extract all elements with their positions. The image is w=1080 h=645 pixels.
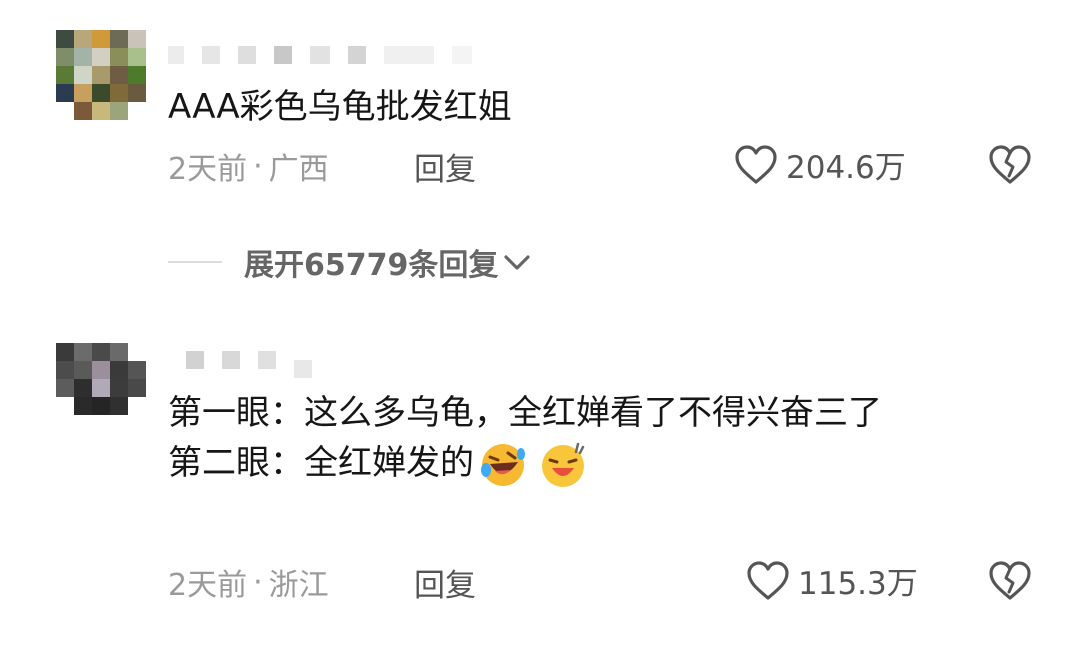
avatar-pixel	[92, 66, 110, 84]
laughing-sweat-emoji	[542, 442, 585, 487]
avatar-pixel	[74, 48, 92, 66]
like-count: 204.6万	[786, 150, 906, 186]
avatar-pixel	[74, 397, 92, 415]
avatar-pixel	[128, 343, 146, 361]
avatar-pixel	[56, 343, 74, 361]
avatar-pixel	[110, 343, 128, 361]
avatar-pixel	[56, 361, 74, 379]
comment-location: 广西	[268, 152, 329, 187]
broken-heart-icon	[989, 561, 1031, 600]
comment-text: 第一眼：这么多乌龟，全红婵看了不得兴奋三了 第二眼：全红婵发的	[168, 388, 1028, 490]
avatar-pixel	[92, 30, 110, 48]
avatar-pixel	[74, 66, 92, 84]
avatar-pixel	[110, 397, 128, 415]
avatar-pixel	[110, 102, 128, 120]
username-blurred[interactable]	[186, 342, 330, 378]
like-button[interactable]: 115.3万	[746, 558, 918, 603]
avatar-pixel	[74, 102, 92, 120]
avatar-pixel	[128, 397, 146, 415]
avatar-pixel	[110, 84, 128, 102]
avatar-pixel	[74, 361, 92, 379]
avatar-pixel	[74, 84, 92, 102]
comment-time: 2天前	[168, 568, 248, 603]
heart-outline-icon	[735, 144, 777, 184]
dislike-button[interactable]	[988, 560, 1032, 606]
avatar-pixel	[56, 397, 74, 415]
avatar-pixel	[128, 66, 146, 84]
avatar[interactable]	[56, 30, 146, 120]
avatar-pixel	[74, 343, 92, 361]
comment-text: AAA彩色乌龟批发红姐	[168, 87, 512, 127]
comment-meta: 2天前 · 广西	[168, 144, 329, 188]
reply-button[interactable]: 回复	[414, 144, 476, 189]
avatar-pixel	[92, 379, 110, 397]
avatar-pixel	[110, 30, 128, 48]
avatar-pixel	[56, 48, 74, 66]
avatar-pixel	[56, 379, 74, 397]
avatar-pixel	[56, 30, 74, 48]
meta-separator: ·	[253, 564, 263, 600]
avatar-pixel	[110, 48, 128, 66]
avatar-pixel	[110, 361, 128, 379]
avatar-pixel	[56, 84, 74, 102]
avatar-pixel	[56, 102, 74, 120]
avatar-pixel	[110, 66, 128, 84]
avatar-pixel	[92, 102, 110, 120]
avatar-pixel	[92, 84, 110, 102]
username-blurred[interactable]	[168, 46, 490, 64]
avatar[interactable]	[56, 343, 146, 415]
avatar-pixel	[128, 379, 146, 397]
avatar-pixel	[92, 343, 110, 361]
broken-heart-icon	[989, 145, 1031, 184]
heart-outline-icon	[747, 560, 789, 600]
avatar-pixel	[128, 84, 146, 102]
expand-replies-label: 展开65779条回复	[244, 248, 499, 283]
meta-separator: ·	[253, 148, 263, 184]
expand-replies-button[interactable]: 展开65779条回复	[168, 240, 532, 284]
avatar-pixel	[128, 30, 146, 48]
avatar-pixel	[92, 361, 110, 379]
avatar-pixel	[56, 66, 74, 84]
comment-location: 浙江	[268, 568, 329, 603]
avatar-pixel	[74, 30, 92, 48]
divider-line	[168, 261, 222, 263]
reply-button[interactable]: 回复	[414, 560, 476, 605]
avatar-pixel	[92, 397, 110, 415]
comment-meta: 2天前 · 浙江	[168, 560, 329, 604]
like-button[interactable]: 204.6万	[734, 142, 906, 187]
chevron-down-icon	[504, 255, 530, 270]
avatar-pixel	[128, 361, 146, 379]
rolling-laughing-emoji	[481, 443, 525, 486]
avatar-pixel	[74, 379, 92, 397]
avatar-pixel	[128, 102, 146, 120]
avatar-pixel	[92, 48, 110, 66]
dislike-button[interactable]	[988, 144, 1032, 190]
avatar-pixel	[110, 379, 128, 397]
comment-time: 2天前	[168, 152, 248, 187]
like-count: 115.3万	[798, 566, 918, 602]
avatar-pixel	[128, 48, 146, 66]
